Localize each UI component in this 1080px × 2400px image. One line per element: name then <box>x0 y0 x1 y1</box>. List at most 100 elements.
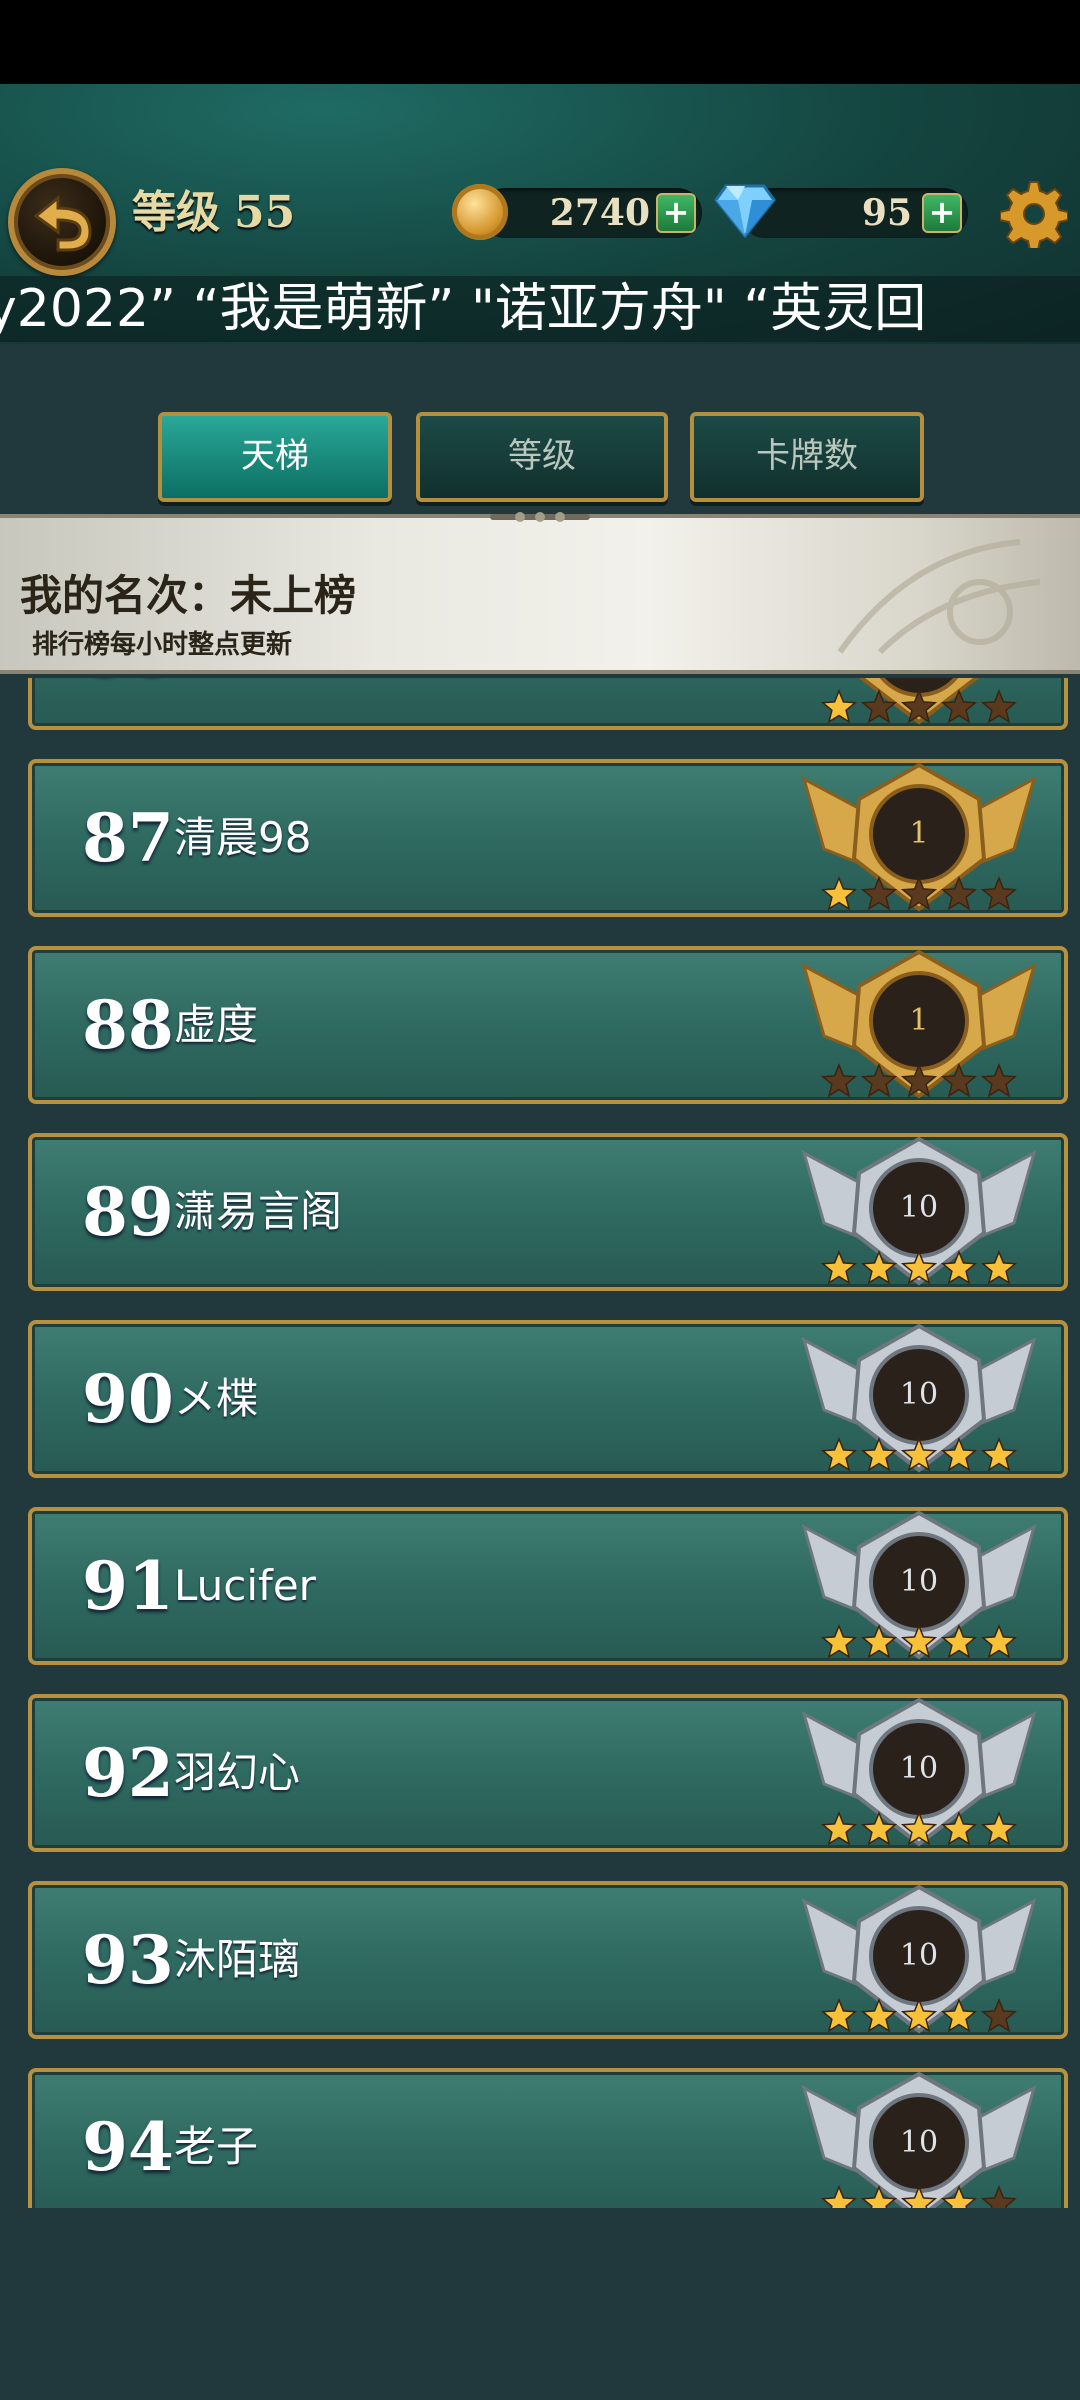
star-filled-icon <box>900 2184 938 2208</box>
leaderboard-row[interactable]: 93 沐陌璃 10 <box>28 1881 1068 2039</box>
star-filled-icon <box>820 1623 858 1659</box>
star-filled-icon <box>940 1810 978 1846</box>
diamond-value: 95 <box>861 192 912 234</box>
star-empty-icon <box>860 688 898 724</box>
leaderboard-row[interactable]: 88 虚度 1 <box>28 946 1068 1104</box>
star-empty-icon <box>900 1062 938 1098</box>
player-name: 潇易言阁 <box>174 1187 343 1236</box>
star-rating <box>820 1623 1018 1659</box>
leaderboard-row[interactable]: 86 <box>28 678 1068 730</box>
leaderboard-row[interactable]: 92 羽幻心 10 <box>28 1694 1068 1852</box>
tab-ladder[interactable]: 天梯 <box>158 412 392 502</box>
my-rank-title: 我的名次：未上榜 <box>20 571 357 620</box>
rank-number: 89 <box>82 1173 174 1251</box>
star-empty-icon <box>980 2184 1018 2208</box>
player-name: 老子 <box>174 2122 259 2171</box>
gold-display: 2740 + <box>480 188 702 238</box>
star-empty-icon <box>860 875 898 911</box>
star-filled-icon <box>900 1810 938 1846</box>
star-empty-icon <box>980 688 1018 724</box>
rank-number: 87 <box>82 799 174 877</box>
star-filled-icon <box>820 2184 858 2208</box>
settings-gear-icon[interactable] <box>1000 180 1068 248</box>
star-empty-icon <box>860 1062 898 1098</box>
banner-ornament-icon <box>490 512 590 522</box>
star-filled-icon <box>940 1249 978 1285</box>
star-filled-icon <box>900 1249 938 1285</box>
banner-decoration-icon <box>837 539 1041 655</box>
star-rating <box>820 1249 1018 1285</box>
rank-number: 88 <box>82 986 174 1064</box>
star-filled-icon <box>820 1810 858 1846</box>
star-empty-icon <box>900 688 938 724</box>
star-rating <box>820 1062 1018 1098</box>
leaderboard-list[interactable]: 8687清晨98188虚度189潇易言阁1090メ楪1091Lucifer109… <box>0 678 1080 2208</box>
status-bar <box>0 0 1080 84</box>
star-filled-icon <box>860 1810 898 1846</box>
announcement-marquee: y2022” “我是萌新” "诺亚方舟" “英灵回 <box>0 276 1080 342</box>
gold-coin-icon <box>452 184 508 240</box>
star-filled-icon <box>940 1623 978 1659</box>
leaderboard-row[interactable]: 91 Lucifer 10 <box>28 1507 1068 1665</box>
star-empty-icon <box>900 875 938 911</box>
player-name: 虚度 <box>174 1000 259 1049</box>
star-filled-icon <box>980 1623 1018 1659</box>
star-filled-icon <box>980 1436 1018 1472</box>
back-arrow-icon <box>33 194 92 252</box>
star-filled-icon <box>860 1623 898 1659</box>
back-button[interactable] <box>8 168 116 276</box>
star-empty-icon <box>980 1062 1018 1098</box>
rank-number: 92 <box>82 1734 174 1812</box>
star-rating <box>820 875 1018 911</box>
level-value: 55 <box>234 187 296 238</box>
rank-number: 86 <box>82 678 174 726</box>
star-rating <box>820 1997 1018 2033</box>
star-filled-icon <box>980 1810 1018 1846</box>
star-empty-icon <box>980 875 1018 911</box>
star-rating <box>820 2184 1018 2208</box>
player-name: メ楪 <box>174 1374 259 1423</box>
rank-update-note: 排行榜每小时整点更新 <box>32 630 293 660</box>
add-diamond-button[interactable]: + <box>922 193 962 233</box>
star-filled-icon <box>860 1249 898 1285</box>
star-filled-icon <box>820 875 858 911</box>
star-filled-icon <box>820 1249 858 1285</box>
tab-card-count[interactable]: 卡牌数 <box>690 412 924 502</box>
level-label: 等级 <box>132 187 220 238</box>
star-empty-icon <box>820 1062 858 1098</box>
leaderboard-row[interactable]: 89 潇易言阁 10 <box>28 1133 1068 1291</box>
star-empty-icon <box>980 1997 1018 2033</box>
star-filled-icon <box>940 1997 978 2033</box>
star-empty-icon <box>940 688 978 724</box>
star-filled-icon <box>980 1249 1018 1285</box>
rank-number: 94 <box>82 2108 174 2186</box>
gold-value: 2740 <box>549 192 650 234</box>
star-rating <box>820 1810 1018 1846</box>
player-name: Lucifer <box>174 1561 316 1610</box>
player-name: 羽幻心 <box>174 1748 301 1797</box>
star-filled-icon <box>860 1436 898 1472</box>
tab-level[interactable]: 等级 <box>416 412 668 502</box>
star-filled-icon <box>820 1436 858 1472</box>
rank-number: 91 <box>82 1547 174 1625</box>
player-name: 沐陌璃 <box>174 1935 301 1984</box>
star-rating <box>820 1436 1018 1472</box>
diamond-icon <box>714 184 776 238</box>
add-gold-button[interactable]: + <box>656 193 696 233</box>
player-level: 等级 55 <box>118 178 295 248</box>
leaderboard-row[interactable]: 90 メ楪 10 <box>28 1320 1068 1478</box>
star-filled-icon <box>900 1623 938 1659</box>
player-name: 清晨98 <box>174 813 312 862</box>
rank-number: 93 <box>82 1921 174 1999</box>
star-rating <box>820 688 1018 724</box>
star-filled-icon <box>820 1997 858 2033</box>
leaderboard-row[interactable]: 87 清晨98 1 <box>28 759 1068 917</box>
star-filled-icon <box>940 2184 978 2208</box>
star-empty-icon <box>940 875 978 911</box>
star-filled-icon <box>900 1997 938 2033</box>
leaderboard-row[interactable]: 94 老子 10 <box>28 2068 1068 2208</box>
announcement-text: y2022” “我是萌新” "诺亚方舟" “英灵回 <box>0 279 927 339</box>
star-filled-icon <box>860 2184 898 2208</box>
star-filled-icon <box>900 1436 938 1472</box>
rank-number: 90 <box>82 1360 174 1438</box>
